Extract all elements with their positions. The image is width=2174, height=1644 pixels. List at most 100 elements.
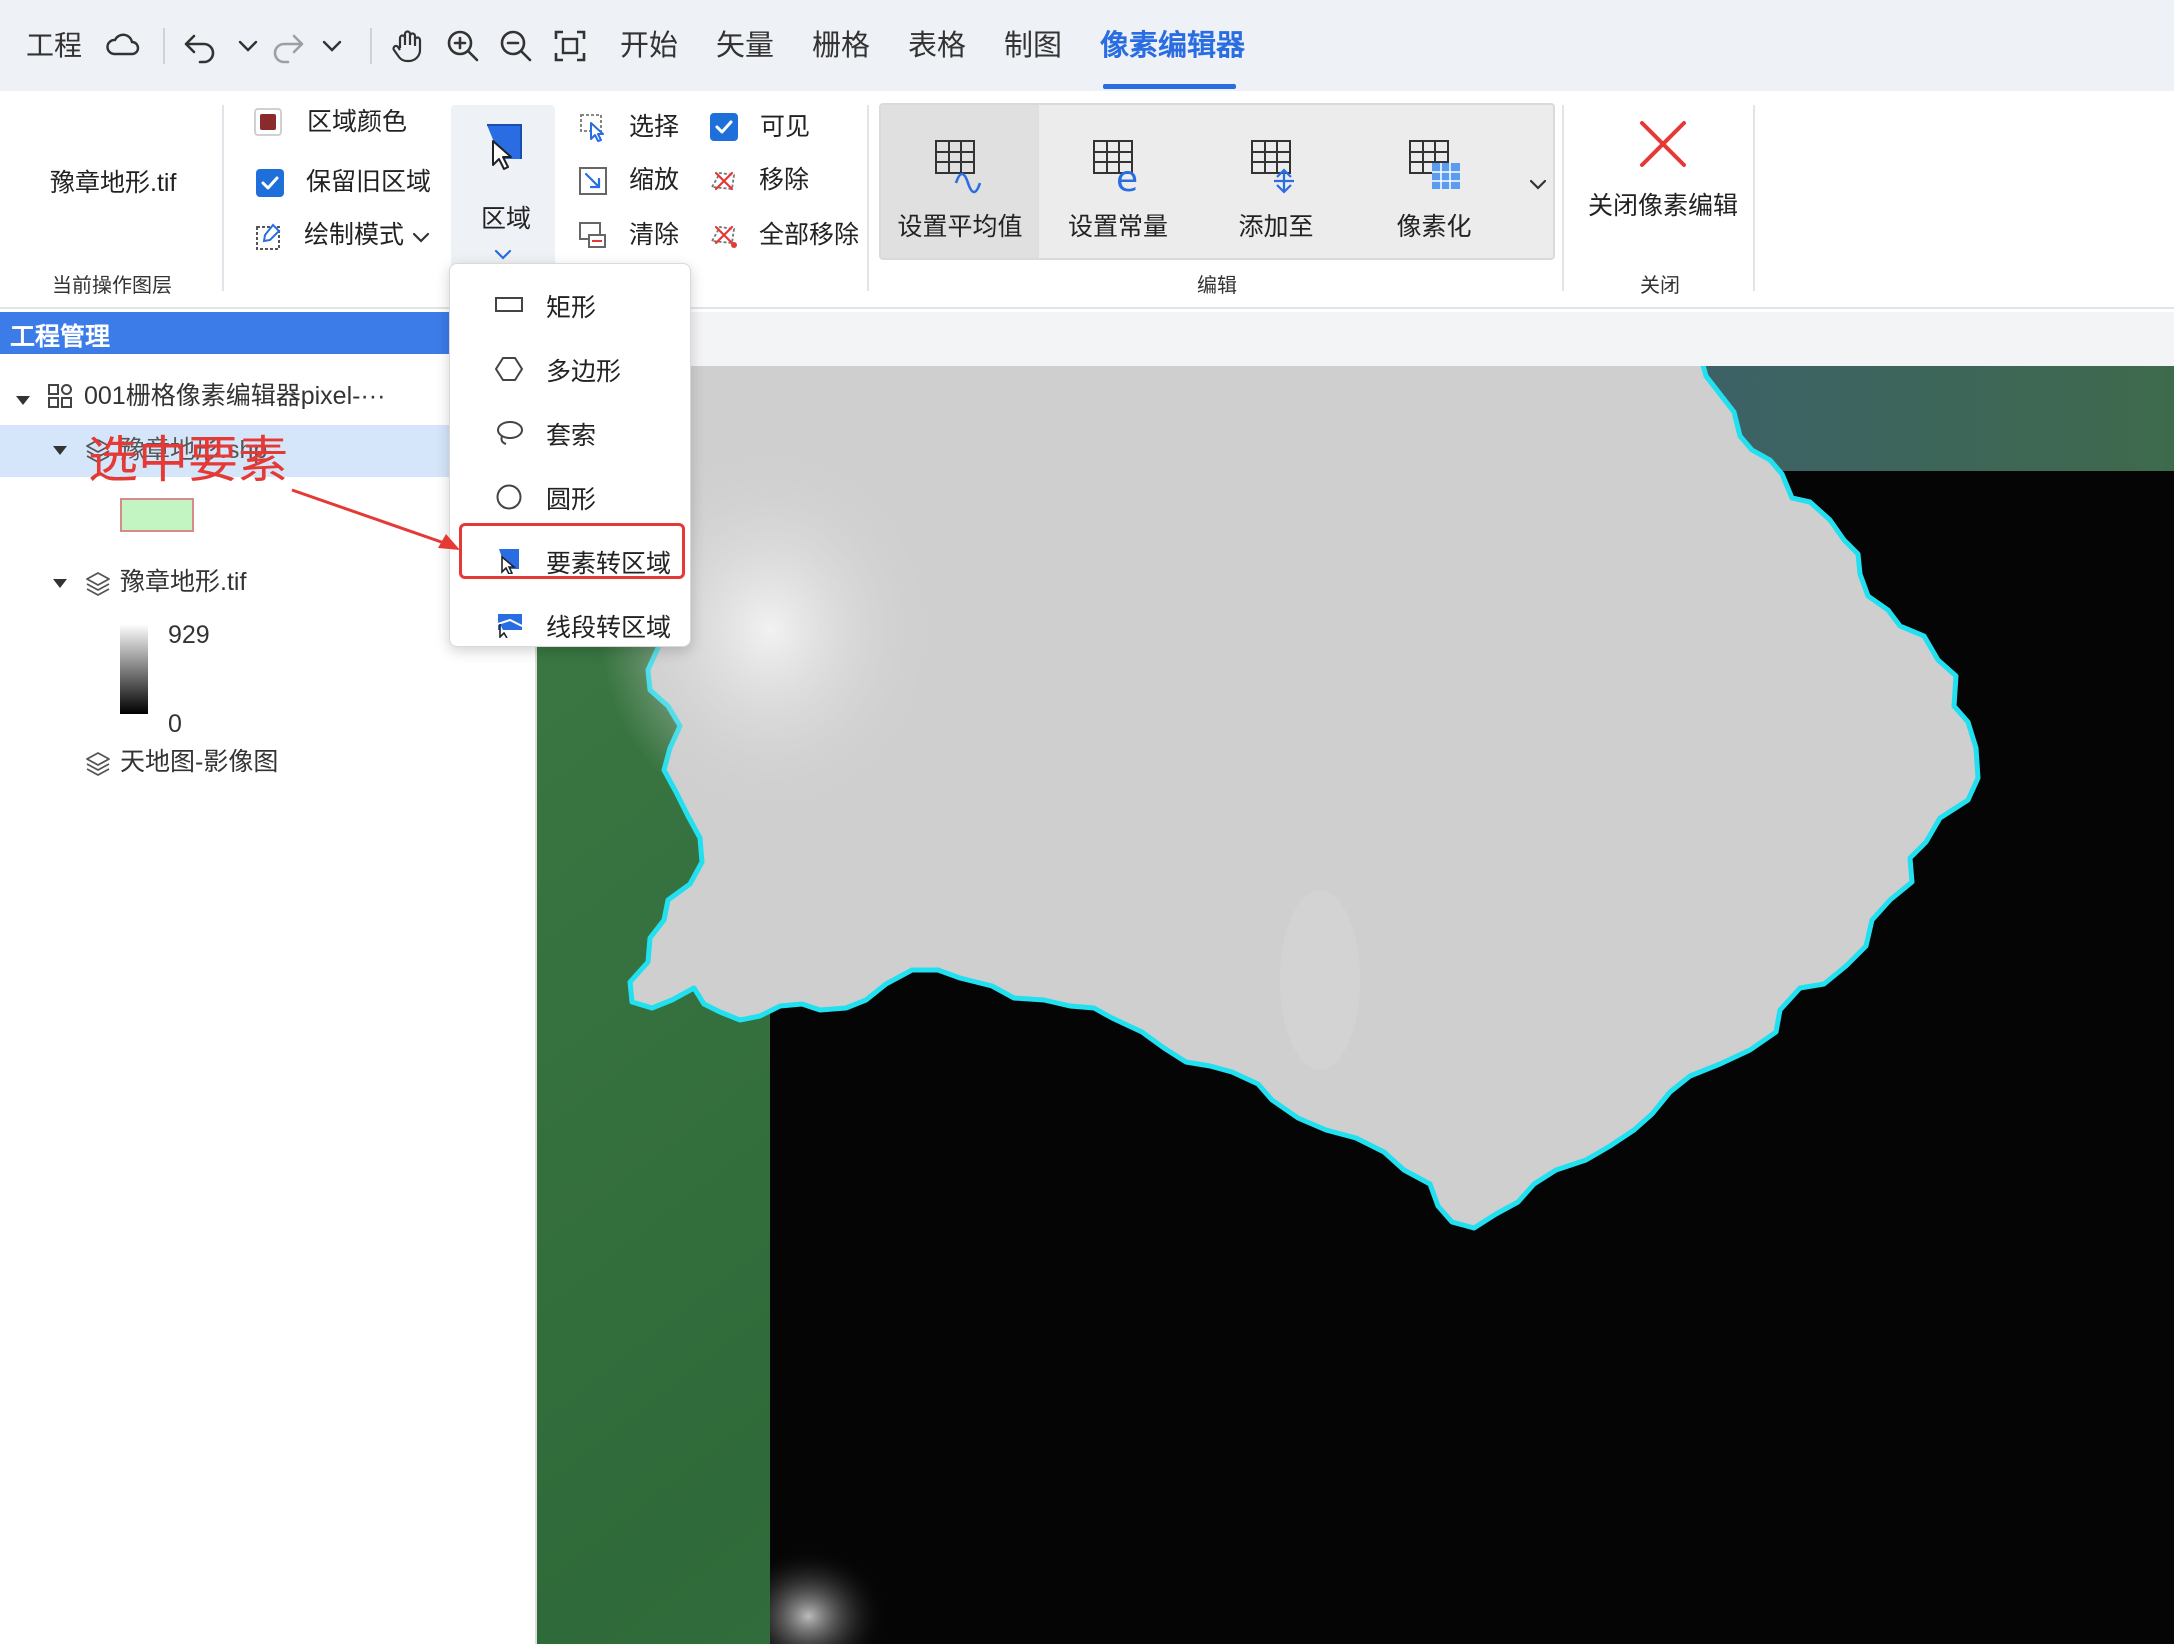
- undo-history-chevron-icon[interactable]: [228, 26, 268, 66]
- redo-history-chevron-icon[interactable]: [312, 26, 352, 66]
- top-menu-bar: 工程 开始 矢量 栅格 表格 制图 像素编辑器: [0, 0, 2174, 91]
- polygon-legend-swatch: [120, 498, 194, 532]
- tab-start[interactable]: 开始: [620, 26, 678, 66]
- clear-region-icon[interactable]: [577, 219, 609, 251]
- zoom-to-region-label[interactable]: 缩放: [629, 164, 679, 196]
- menu-item-lasso[interactable]: 套索: [450, 406, 690, 458]
- expand-layer-icon[interactable]: [53, 446, 67, 455]
- remove-region-icon[interactable]: [708, 165, 740, 197]
- polygon-icon: [494, 357, 524, 381]
- set-constant-icon: e: [1093, 140, 1138, 197]
- select-tool-icon[interactable]: [577, 111, 609, 143]
- legend-min-value: 0: [168, 710, 182, 738]
- clear-region-label[interactable]: 清除: [629, 219, 679, 251]
- tab-pixel-editor[interactable]: 像素编辑器: [1100, 26, 1245, 66]
- close-pixel-edit-button[interactable]: 关闭像素编辑: [1578, 105, 1748, 255]
- active-tab-indicator: [1103, 84, 1236, 89]
- current-layer-name[interactable]: 豫章地形.tif: [50, 167, 176, 199]
- set-mean-button[interactable]: 设置平均值: [881, 105, 1039, 258]
- full-extent-icon[interactable]: [550, 26, 590, 66]
- panel-title: 工程管理: [10, 323, 111, 351]
- dem-gradient-legend: [120, 624, 148, 714]
- tab-cartography[interactable]: 制图: [1004, 26, 1062, 66]
- cloud-icon[interactable]: [103, 26, 143, 66]
- keep-old-region-checkbox[interactable]: [256, 169, 284, 197]
- ribbon-separator: [1753, 105, 1755, 291]
- map-canvas[interactable]: [537, 366, 2174, 1644]
- expand-project-icon[interactable]: [16, 396, 30, 405]
- zoom-to-region-icon[interactable]: [577, 165, 609, 197]
- toolbar-separator: [163, 28, 165, 64]
- pixelate-label: 像素化: [1396, 213, 1472, 241]
- ribbon: 豫章地形.tif 当前操作图层 区域颜色 保留旧区域 绘制模式 区域 选择 缩放…: [0, 91, 2174, 309]
- current-layer-group-label: 当前操作图层: [52, 275, 172, 297]
- pixelate-icon: [1409, 140, 1460, 189]
- project-name[interactable]: 001栅格像素编辑器pixel-···: [84, 379, 385, 413]
- remove-all-regions-icon[interactable]: [708, 219, 740, 251]
- draw-mode-chevron-icon[interactable]: [405, 222, 437, 254]
- tab-vector[interactable]: 矢量: [716, 26, 774, 66]
- ribbon-separator: [867, 105, 869, 291]
- edit-more-chevron-icon[interactable]: [1522, 169, 1554, 201]
- map-view-header: [537, 312, 2174, 368]
- select-tool-label[interactable]: 选择: [629, 111, 679, 143]
- menu-item-label: 矩形: [546, 294, 597, 322]
- region-color-label: 区域颜色: [307, 108, 408, 136]
- menu-item-label: 圆形: [546, 486, 597, 514]
- close-pixel-edit-label: 关闭像素编辑: [1588, 192, 1739, 220]
- visible-checkbox[interactable]: [710, 113, 738, 141]
- menu-item-label: 多边形: [546, 358, 622, 386]
- ribbon-separator: [1562, 105, 1564, 291]
- zoom-in-icon[interactable]: [443, 26, 483, 66]
- project-icon: [46, 382, 74, 410]
- ribbon-separator: [222, 105, 224, 291]
- region-button[interactable]: 区域: [451, 105, 555, 275]
- legend-max-value: 929: [168, 621, 210, 649]
- lasso-icon: [497, 421, 523, 445]
- circle-icon: [496, 484, 522, 510]
- toolbar-separator: [370, 28, 372, 64]
- set-constant-label: 设置常量: [1067, 213, 1168, 241]
- region-dropdown-menu: 矩形 多边形 套索 圆形 要素转区域 线段转区域: [449, 263, 691, 647]
- region-button-label: 区域: [481, 205, 532, 233]
- project-menu[interactable]: 工程: [26, 26, 82, 66]
- menu-item-line-to-region[interactable]: 线段转区域: [450, 598, 690, 650]
- region-color-swatch[interactable]: [254, 108, 282, 136]
- dem-layer-name[interactable]: 豫章地形.tif: [120, 565, 246, 599]
- rectangle-icon: [495, 297, 523, 312]
- close-group-label: 关闭: [1640, 275, 1680, 297]
- zoom-out-icon[interactable]: [496, 26, 536, 66]
- remove-region-label[interactable]: 移除: [759, 164, 809, 196]
- line-to-region-icon: [497, 614, 523, 638]
- set-mean-icon: [935, 140, 982, 194]
- annotation-text: 选中要素: [88, 432, 288, 488]
- pixelate-button[interactable]: 像素化: [1355, 105, 1513, 258]
- svg-text:e: e: [1116, 159, 1138, 197]
- edit-button-panel: 设置平均值 e 设置常量 添加至 像素化: [879, 103, 1555, 260]
- annotation-arrow: [291, 488, 460, 550]
- visible-label: 可见: [760, 113, 811, 141]
- expand-dem-icon[interactable]: [53, 579, 67, 588]
- remove-all-regions-label[interactable]: 全部移除: [759, 219, 859, 251]
- basemap-layer-name[interactable]: 天地图-影像图: [120, 745, 278, 779]
- menu-item-label: 套索: [546, 422, 597, 450]
- close-icon: [1640, 121, 1686, 167]
- set-constant-button[interactable]: e 设置常量: [1039, 105, 1197, 258]
- redo-icon[interactable]: [268, 26, 308, 66]
- layer-stack-icon: [85, 750, 111, 776]
- pan-hand-icon[interactable]: [388, 26, 428, 66]
- menu-item-circle[interactable]: 圆形: [450, 470, 690, 522]
- tab-raster[interactable]: 栅格: [812, 26, 870, 66]
- add-to-label: 添加至: [1238, 213, 1314, 241]
- draw-mode-icon: [253, 221, 285, 253]
- draw-mode-label[interactable]: 绘制模式: [304, 219, 404, 251]
- tab-table[interactable]: 表格: [908, 26, 966, 66]
- undo-icon[interactable]: [180, 26, 220, 66]
- set-mean-label: 设置平均值: [897, 213, 1023, 241]
- region-icon: [481, 121, 527, 173]
- add-to-icon: [1251, 140, 1294, 194]
- menu-item-label: 线段转区域: [546, 614, 672, 642]
- add-to-button[interactable]: 添加至: [1197, 105, 1355, 258]
- menu-item-polygon[interactable]: 多边形: [450, 342, 690, 394]
- menu-item-rectangle[interactable]: 矩形: [450, 278, 690, 330]
